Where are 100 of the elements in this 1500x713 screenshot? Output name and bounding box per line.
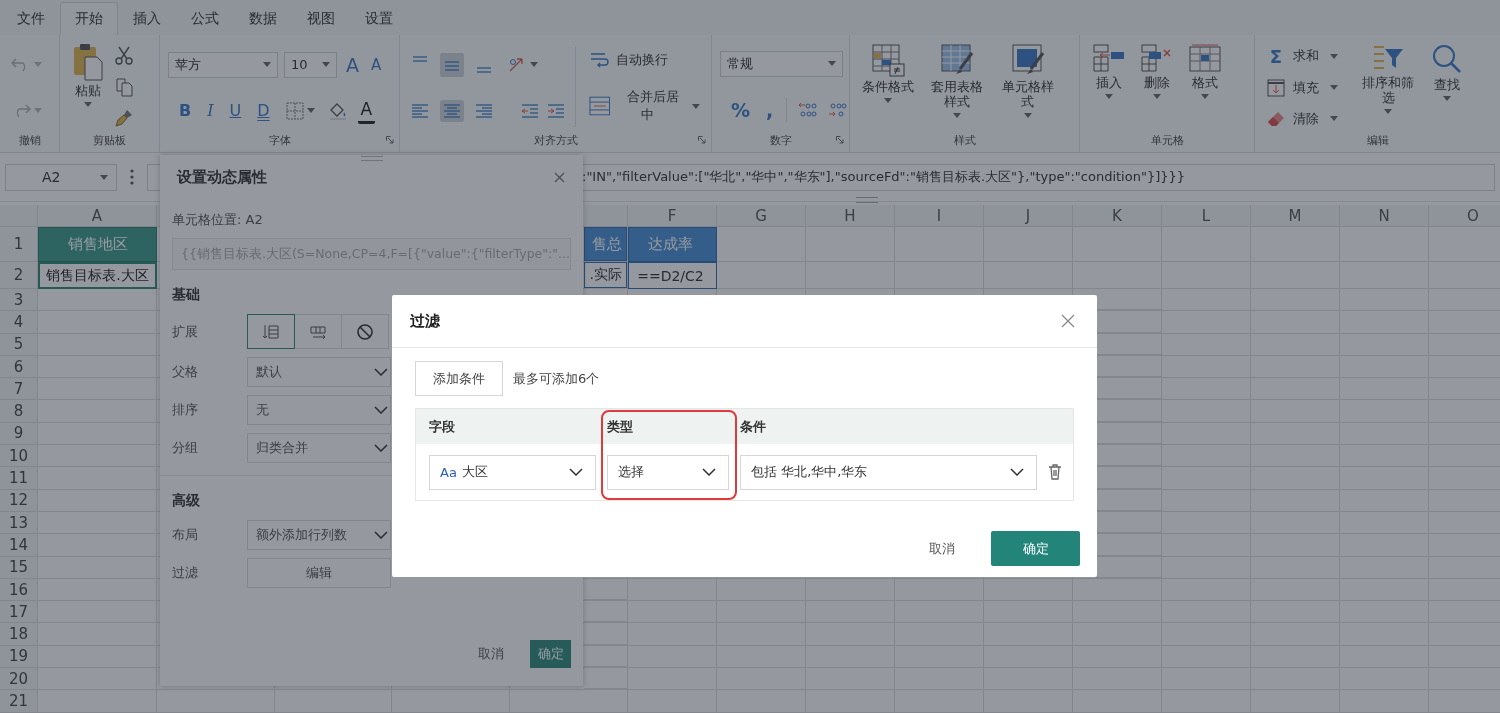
column-header[interactable]: J bbox=[984, 205, 1073, 227]
confirm-button[interactable]: 确定 bbox=[991, 531, 1080, 566]
sheet-cell[interactable] bbox=[38, 511, 157, 535]
cells-button[interactable]: 删除 bbox=[1136, 41, 1178, 133]
sum-button[interactable]: Σ 求和 bbox=[1263, 42, 1342, 70]
wrap-text-button[interactable]: 自动换行 bbox=[586, 47, 703, 73]
column-header[interactable]: N bbox=[1340, 205, 1429, 227]
sheet-cell[interactable]: 售总 bbox=[584, 227, 627, 261]
type-select[interactable]: 选择 bbox=[607, 454, 729, 490]
sheet-cell[interactable] bbox=[806, 578, 895, 602]
decimal-increase-icon[interactable] bbox=[797, 100, 818, 119]
percent-button[interactable]: % bbox=[728, 95, 754, 124]
close-icon[interactable] bbox=[1061, 314, 1075, 328]
bold-button[interactable]: B bbox=[176, 98, 195, 123]
scissors-icon[interactable] bbox=[114, 46, 134, 67]
underline-button[interactable]: U bbox=[226, 98, 245, 123]
sheet-cell[interactable] bbox=[38, 668, 157, 691]
dropdown[interactable]: 归类合并 bbox=[247, 433, 391, 463]
sheet-cell[interactable] bbox=[38, 578, 157, 602]
sheet-cell[interactable] bbox=[38, 333, 157, 356]
sheet-cell[interactable] bbox=[510, 690, 628, 713]
column-header[interactable]: A bbox=[38, 205, 157, 227]
drag-handle[interactable] bbox=[360, 156, 383, 161]
double-underline-button[interactable]: D bbox=[254, 98, 273, 123]
row-number[interactable]: 17 bbox=[0, 601, 38, 624]
menu-tab[interactable]: 开始 bbox=[60, 2, 118, 35]
row-number[interactable]: 12 bbox=[0, 489, 38, 512]
row-number[interactable]: 7 bbox=[0, 378, 38, 401]
brush-icon[interactable] bbox=[114, 107, 134, 128]
launcher-icon[interactable] bbox=[386, 136, 394, 144]
menu-tab[interactable]: 插入 bbox=[118, 2, 176, 35]
merge-center-button[interactable]: 合并后居中 bbox=[586, 85, 703, 127]
row-number[interactable]: 5 bbox=[0, 333, 38, 356]
sheet-cell[interactable]: 达成率 bbox=[628, 227, 717, 262]
launcher-icon[interactable] bbox=[836, 136, 844, 144]
clear-button[interactable]: 清除 bbox=[1263, 105, 1342, 132]
cells-button[interactable]: 插入 bbox=[1088, 41, 1130, 133]
sheet-cell[interactable] bbox=[38, 400, 157, 423]
sheet-cell[interactable] bbox=[38, 489, 157, 512]
row-number[interactable]: 21 bbox=[0, 690, 38, 713]
row-number[interactable]: 20 bbox=[0, 668, 38, 691]
row-number[interactable]: 14 bbox=[0, 534, 38, 557]
row-number[interactable]: 9 bbox=[0, 422, 38, 446]
comma-button[interactable]: , bbox=[763, 95, 777, 124]
field-select[interactable]: Aa 大区 bbox=[429, 454, 596, 490]
column-header[interactable]: G bbox=[717, 205, 806, 227]
row-number[interactable]: 15 bbox=[0, 556, 38, 579]
sheet-cell[interactable] bbox=[38, 445, 157, 468]
condition-select[interactable]: 包括 华北,华中,华东 bbox=[740, 454, 1037, 490]
name-box[interactable]: A2 bbox=[5, 163, 117, 191]
dropdown[interactable]: 额外添加行列数 bbox=[247, 520, 391, 550]
sheet-cell[interactable] bbox=[157, 690, 275, 713]
sheet-cell[interactable] bbox=[717, 578, 806, 602]
decrease-font-button[interactable]: A bbox=[368, 52, 385, 77]
sheet-cell[interactable]: ==D2/C2 bbox=[628, 262, 717, 289]
cells-button[interactable]: 格式 bbox=[1184, 41, 1226, 133]
sheet-cell[interactable] bbox=[275, 690, 392, 713]
trash-icon[interactable] bbox=[1048, 464, 1062, 480]
style-button[interactable]: 套用表格样式 bbox=[924, 41, 990, 133]
row-number[interactable]: 16 bbox=[0, 578, 38, 602]
column-header[interactable]: H bbox=[806, 205, 895, 227]
menu-tab[interactable]: 视图 bbox=[292, 2, 350, 35]
sheet-cell[interactable] bbox=[38, 311, 157, 334]
row-number[interactable]: 13 bbox=[0, 511, 38, 535]
column-header[interactable]: F bbox=[628, 205, 717, 227]
row-number[interactable]: 4 bbox=[0, 311, 38, 334]
row-number[interactable]: 1 bbox=[0, 227, 38, 262]
formula-text[interactable]: :"IN","filterValue":["华北","华中","华东"],"sourceFd":"销售目标表.大区"},"type":"condition"}]}}} bbox=[582, 168, 1186, 186]
launcher-icon[interactable] bbox=[698, 136, 706, 144]
number-format-select[interactable]: 常规 bbox=[720, 50, 843, 77]
column-header[interactable]: I bbox=[895, 205, 984, 227]
sheet-cell[interactable] bbox=[984, 578, 1073, 602]
confirm-button[interactable]: 确定 bbox=[530, 640, 571, 668]
edit-button[interactable]: 编辑 bbox=[247, 558, 391, 588]
row-number[interactable]: 18 bbox=[0, 623, 38, 646]
select-all-corner[interactable] bbox=[0, 205, 38, 227]
dropdown[interactable]: 默认 bbox=[247, 357, 391, 387]
expand-option[interactable] bbox=[247, 314, 295, 349]
column-header[interactable]: M bbox=[1251, 205, 1340, 227]
sheet-cell[interactable] bbox=[628, 578, 717, 602]
row-number[interactable]: 10 bbox=[0, 445, 38, 468]
font-color-button[interactable]: A bbox=[357, 97, 376, 124]
sheet-cell[interactable]: 销售地区 bbox=[38, 227, 157, 262]
sheet-cell[interactable] bbox=[38, 378, 157, 401]
sort-filter-button[interactable]: 排序和筛选 bbox=[1355, 41, 1421, 133]
paste-button[interactable]: 粘贴 bbox=[68, 41, 108, 133]
row-number[interactable]: 3 bbox=[0, 289, 38, 312]
close-icon[interactable] bbox=[554, 171, 565, 183]
menu-tab[interactable]: 数据 bbox=[234, 2, 292, 35]
sheet-cell[interactable] bbox=[38, 467, 157, 490]
sheet-cell[interactable] bbox=[38, 534, 157, 557]
row-number[interactable]: 6 bbox=[0, 355, 38, 379]
horizontal-align-button[interactable] bbox=[440, 99, 464, 122]
sheet-cell[interactable] bbox=[38, 556, 157, 579]
column-header[interactable]: L bbox=[1162, 205, 1251, 227]
sheet-cell[interactable] bbox=[717, 262, 806, 289]
sheet-cell[interactable]: .实际 bbox=[584, 262, 627, 288]
row-number[interactable]: 8 bbox=[0, 400, 38, 423]
cancel-button[interactable]: 取消 bbox=[472, 644, 510, 664]
sheet-cell[interactable] bbox=[38, 355, 157, 379]
